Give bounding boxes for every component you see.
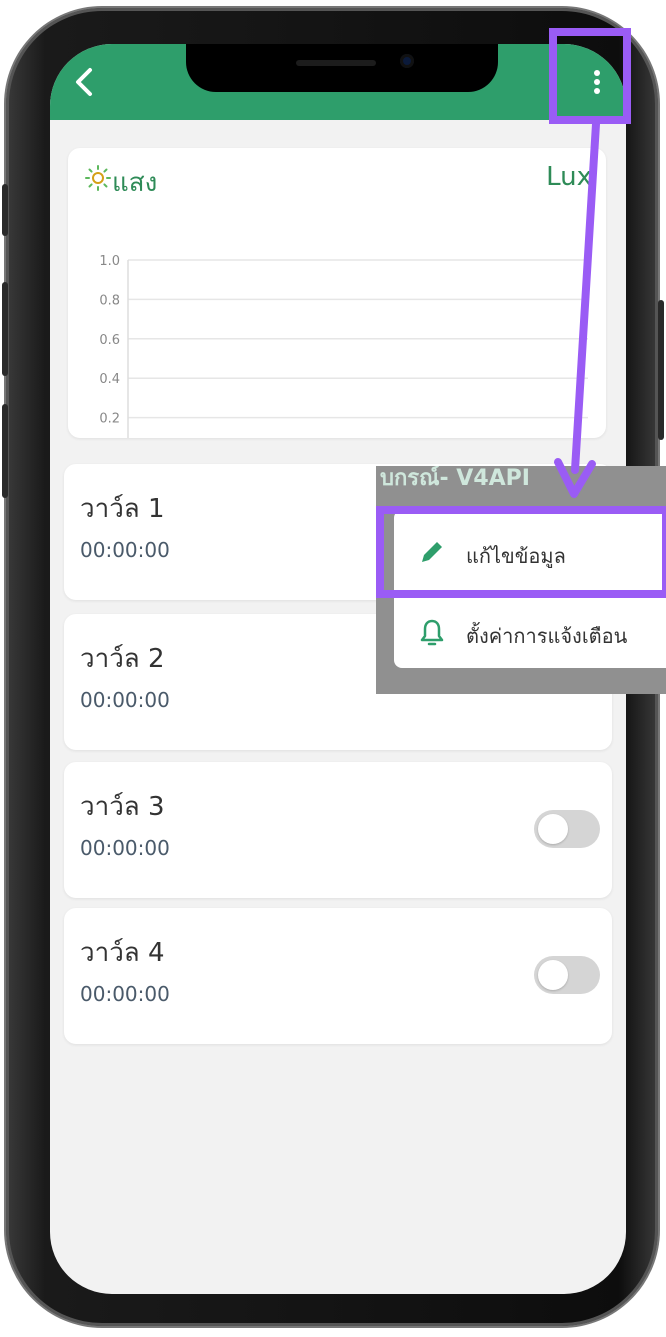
annotation-arrow (554, 120, 600, 498)
